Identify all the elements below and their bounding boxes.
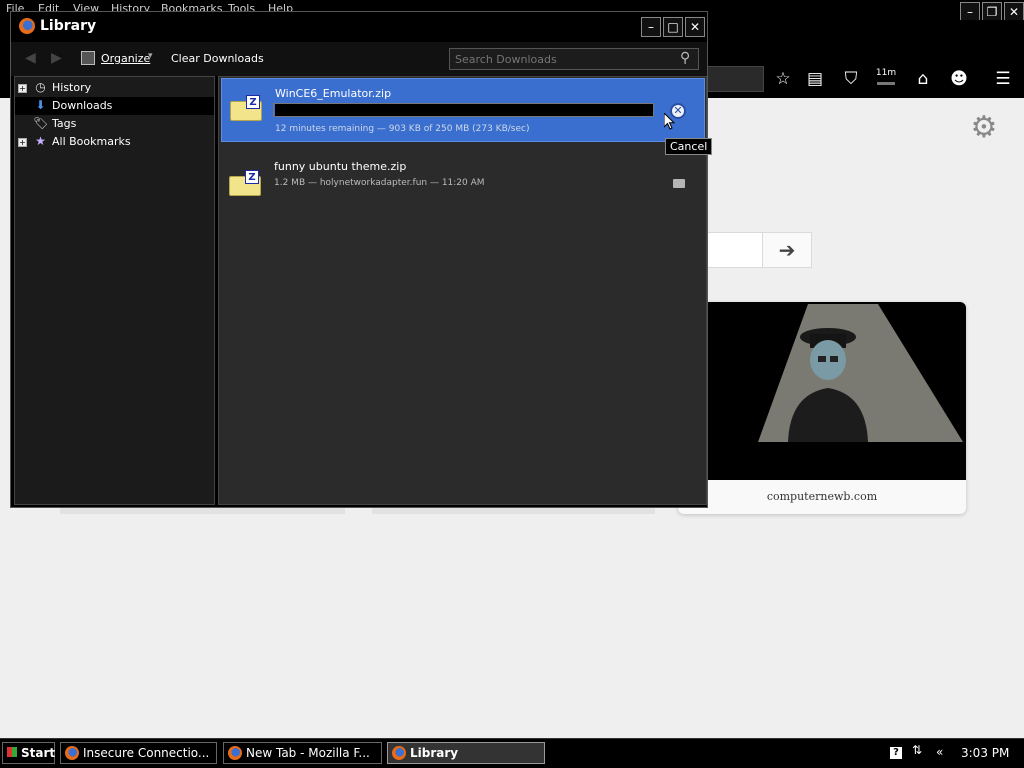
chevron-down-icon: ▾ xyxy=(148,51,153,61)
clock-icon: ◷ xyxy=(35,80,46,94)
library-toolbar: ◀ ▶ Organize ▾ Clear Downloads ⚲ xyxy=(11,42,707,76)
help-icon[interactable]: ? xyxy=(890,747,902,759)
library-titlebar[interactable]: Library – □ ✕ xyxy=(11,12,707,42)
download-progress-bar xyxy=(273,103,654,117)
forward-arrow-icon[interactable]: ▶ xyxy=(51,50,62,66)
clear-downloads-button[interactable]: Clear Downloads xyxy=(171,52,264,65)
search-icon: ⚲ xyxy=(680,50,691,66)
window-title: Library xyxy=(40,18,97,34)
download-progress-fill xyxy=(274,104,276,116)
download-filename: WinCE6_Emulator.zip xyxy=(275,87,392,100)
hamburger-menu-icon[interactable]: ☰ xyxy=(992,68,1014,90)
library-window: Library – □ ✕ ◀ ▶ Organize ▾ Clear Downl… xyxy=(10,11,708,508)
minimize-icon[interactable]: – xyxy=(960,2,980,22)
firefox-icon xyxy=(392,746,406,760)
taskbar-item-insecure-connection[interactable]: Insecure Connectio... xyxy=(60,742,217,764)
download-item[interactable]: Z WinCE6_Emulator.zip 12 minutes remaini… xyxy=(221,78,705,142)
sidebar-item-all-bookmarks[interactable]: + ★ All Bookmarks xyxy=(15,133,214,151)
close-icon[interactable]: ✕ xyxy=(1004,2,1024,22)
search-go-button[interactable]: ➔ xyxy=(762,232,812,268)
cancel-tooltip: Cancel xyxy=(665,138,713,155)
top-site-title: computernewb.com xyxy=(766,490,878,503)
download-filename: funny ubuntu theme.zip xyxy=(274,160,407,173)
sidebar-item-history[interactable]: + ◷ History xyxy=(15,79,214,97)
top-site-tile[interactable] xyxy=(60,508,345,514)
pocket-icon[interactable]: ⛉ xyxy=(840,68,862,90)
window-controls: – □ ✕ xyxy=(641,17,705,37)
restore-icon[interactable]: ❐ xyxy=(982,2,1002,22)
windows-logo-icon xyxy=(7,747,17,757)
network-icon[interactable]: ⇅ xyxy=(912,743,922,757)
reader-list-icon[interactable]: ▤ xyxy=(804,68,826,90)
back-arrow-icon[interactable]: ◀ xyxy=(25,50,36,66)
zip-file-icon: Z xyxy=(230,95,262,121)
zip-file-icon: Z xyxy=(229,170,261,196)
url-bar[interactable] xyxy=(700,66,764,92)
sidebar-item-label: Tags xyxy=(52,117,77,130)
organize-button[interactable]: Organize xyxy=(101,52,150,65)
sidebar-item-downloads[interactable]: ⬇ Downloads xyxy=(15,97,214,115)
gear-icon[interactable]: ⚙ xyxy=(968,112,1000,144)
sidebar-item-tags[interactable]: 🏷 Tags xyxy=(15,115,214,133)
taskbar-item-new-tab[interactable]: New Tab - Mozilla F... xyxy=(223,742,382,764)
timer-bar xyxy=(877,82,895,85)
close-icon[interactable]: ✕ xyxy=(685,17,705,37)
download-status: 1.2 MB — holynetworkadapter.fun — 11:20 … xyxy=(274,178,485,188)
taskbar-item-label: Library xyxy=(410,746,459,760)
minimize-icon[interactable]: – xyxy=(641,17,661,37)
system-clock: 3:03 PM xyxy=(961,746,1010,760)
mouse-cursor-icon xyxy=(664,113,676,130)
sidebar-item-label: History xyxy=(52,81,92,94)
download-item[interactable]: Z funny ubuntu theme.zip 1.2 MB — holyne… xyxy=(221,153,705,217)
downloads-list: Z WinCE6_Emulator.zip 12 minutes remaini… xyxy=(218,76,707,505)
timer-badge: 11m xyxy=(875,68,897,78)
expand-icon[interactable]: + xyxy=(18,84,27,93)
start-button[interactable]: Start xyxy=(2,742,55,764)
firefox-icon xyxy=(228,746,242,760)
taskbar-item-library[interactable]: Library xyxy=(387,742,545,764)
bookmark-star-icon[interactable]: ☆ xyxy=(772,68,794,90)
search-downloads-input[interactable] xyxy=(449,48,699,70)
web-search-input[interactable] xyxy=(700,232,763,268)
download-status: 12 minutes remaining — 903 KB of 250 MB … xyxy=(275,124,530,134)
top-site-tile[interactable]: computernewb.com xyxy=(678,302,966,514)
tag-icon: 🏷 xyxy=(33,116,49,130)
tray-expand-icon[interactable]: « xyxy=(936,745,943,759)
organize-icon xyxy=(81,51,95,65)
top-site-tile[interactable] xyxy=(372,508,655,514)
firefox-icon xyxy=(19,18,35,34)
expand-icon[interactable]: + xyxy=(18,138,27,147)
taskbar: Start Insecure Connectio... New Tab - Mo… xyxy=(0,738,1024,768)
open-folder-icon[interactable] xyxy=(673,179,685,188)
sidebar-item-label: All Bookmarks xyxy=(52,135,131,148)
smiley-icon[interactable]: ☻ xyxy=(948,68,970,90)
top-site-thumbnail xyxy=(678,302,966,480)
sidebar-item-label: Downloads xyxy=(52,99,113,112)
maximize-icon[interactable]: □ xyxy=(663,17,683,37)
download-arrow-icon: ⬇ xyxy=(35,98,46,112)
taskbar-item-label: New Tab - Mozilla F... xyxy=(246,746,370,760)
taskbar-item-label: Insecure Connectio... xyxy=(83,746,210,760)
home-icon[interactable]: ⌂ xyxy=(912,68,934,90)
star-folder-icon: ★ xyxy=(35,134,46,148)
site-thumbnail-image xyxy=(758,304,963,442)
firefox-icon xyxy=(65,746,79,760)
start-label: Start xyxy=(21,746,56,760)
library-sidebar: + ◷ History ⬇ Downloads 🏷 Tags + ★ All B… xyxy=(14,76,215,505)
